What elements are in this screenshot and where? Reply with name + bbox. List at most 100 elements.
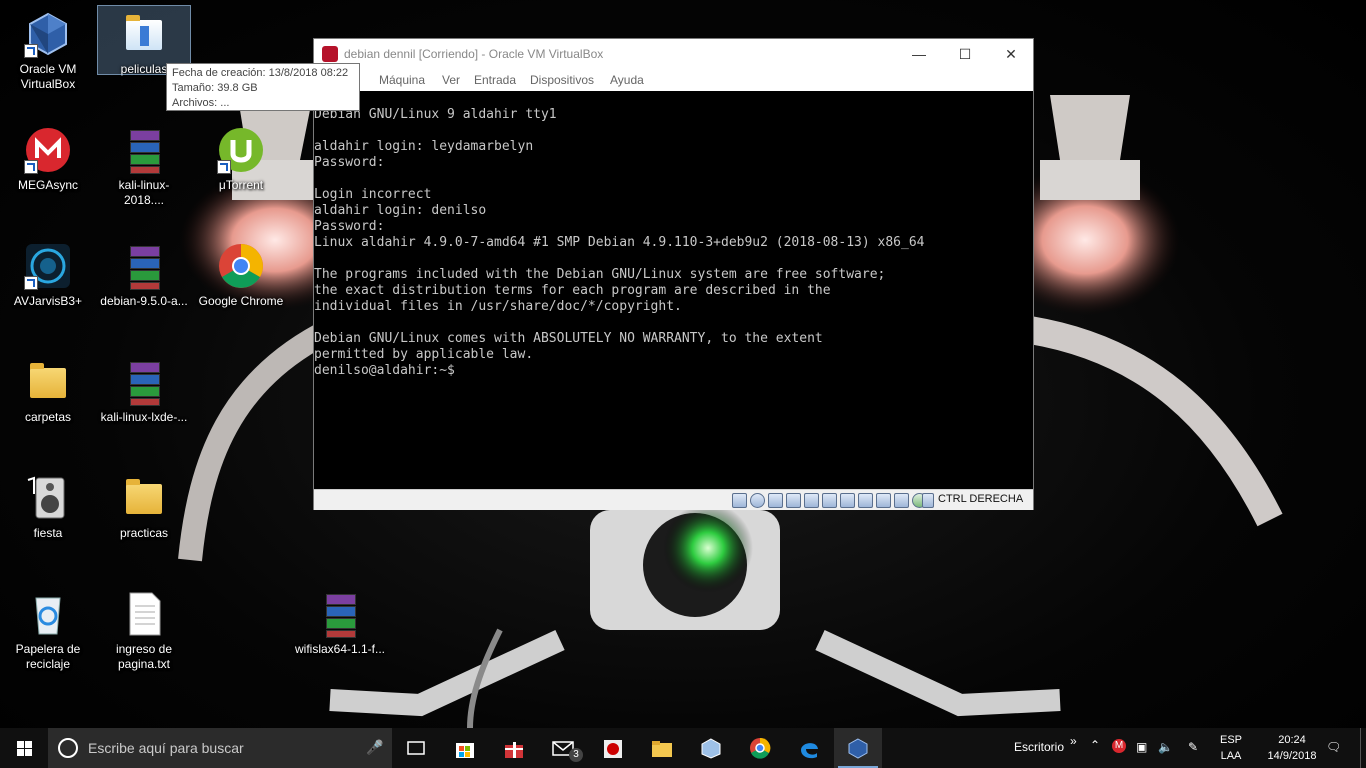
hard-disk-icon[interactable] — [732, 493, 747, 508]
menubar: Máquina Ver Entrada Dispositivos Ayuda — [314, 69, 1033, 91]
desktop-icon-virtualbox[interactable]: Oracle VM VirtualBox — [2, 0, 94, 110]
desktop-icon-avjarvis[interactable]: AVJarvisB3+ — [2, 232, 94, 342]
taskbar-media-app[interactable] — [589, 728, 637, 768]
desktop-toolbar-label[interactable]: Escritorio — [1014, 740, 1064, 754]
system-clock[interactable]: 20:24 14/9/2018 — [1266, 732, 1318, 764]
search-box[interactable]: Escribe aquí para buscar 🎤 — [48, 728, 392, 768]
action-center-icon[interactable]: 🗨 — [1326, 740, 1341, 754]
desktop-icon-label: debian-9.5.0-a... — [100, 294, 188, 308]
pen-workspace-icon[interactable]: ✎ — [1188, 740, 1198, 754]
menu-ayuda[interactable]: Ayuda — [610, 73, 644, 87]
tablet-tray-icon[interactable]: ▣ — [1136, 740, 1147, 754]
desktop-icon-debian-iso[interactable]: debian-9.5.0-a... — [98, 232, 190, 342]
taskbar-virtualbox[interactable] — [834, 728, 882, 768]
clock-time: 20:24 — [1278, 734, 1306, 746]
desktop-icon-practicas[interactable]: practicas — [98, 464, 190, 574]
menu-dispositivos[interactable]: Dispositivos — [530, 73, 594, 87]
text-file-icon — [120, 590, 168, 638]
desktop-icon-kali-linux-2018[interactable]: kali-linux-2018.... — [98, 116, 190, 226]
virtualbox-icon — [848, 738, 868, 759]
desktop-icon-carpetas[interactable]: carpetas — [2, 348, 94, 458]
taskbar-chrome[interactable] — [736, 728, 784, 768]
desktop-icon-label: kali-linux-lxde-... — [100, 410, 188, 424]
chrome-icon — [217, 242, 265, 290]
optical-drive-icon[interactable] — [750, 493, 765, 508]
desktop-icon-label: μTorrent — [218, 178, 264, 192]
utorrent-icon — [217, 126, 265, 174]
host-key-arrow-icon[interactable] — [922, 493, 934, 508]
desktop-icon-label: practicas — [119, 526, 169, 540]
microphone-icon[interactable]: 🎤 — [366, 739, 383, 756]
edge-icon — [801, 743, 818, 759]
folder-icon — [120, 10, 168, 58]
media-player-icon — [604, 740, 622, 758]
start-button[interactable] — [0, 728, 48, 768]
desktop-icon-kali-linux-lxde[interactable]: kali-linux-lxde-... — [98, 348, 190, 458]
show-hidden-icons-chevron-icon[interactable]: ⌃ — [1090, 738, 1100, 752]
video-capture-icon[interactable] — [858, 493, 873, 508]
close-button[interactable]: ✕ — [988, 39, 1034, 69]
recycle-bin-icon — [24, 590, 72, 638]
folder-icon — [24, 358, 72, 406]
winrar-archive-icon — [316, 590, 364, 638]
virtualbox-icon — [24, 10, 72, 58]
winrar-archive-icon — [120, 358, 168, 406]
keyboard-layout: LAA — [1220, 750, 1242, 762]
taskbar-gift-app[interactable] — [490, 728, 538, 768]
desktop-icon-utorrent[interactable]: μTorrent — [195, 116, 287, 226]
show-desktop-button[interactable] — [1360, 728, 1366, 768]
virtualbox-vm-window[interactable]: debian dennil [Corriendo] - Oracle VM Vi… — [313, 38, 1034, 510]
audio-icon[interactable] — [768, 493, 783, 508]
mega-icon — [24, 126, 72, 174]
taskbar-store[interactable] — [441, 728, 489, 768]
usb-icon[interactable] — [804, 493, 819, 508]
input-language-indicator[interactable]: ESP LAA — [1216, 732, 1246, 764]
desktop-icon-label: Google Chrome — [198, 294, 284, 308]
folder-icon — [120, 474, 168, 522]
winrar-archive-icon — [120, 242, 168, 290]
language-code: ESP — [1219, 734, 1242, 746]
desktop-icon-google-chrome[interactable]: Google Chrome — [195, 232, 287, 342]
cpu-icon[interactable] — [876, 493, 891, 508]
vm-display[interactable]: Debian GNU/Linux 9 aldahir tty1 aldahir … — [314, 91, 1033, 489]
megasync-tray-icon[interactable]: M — [1112, 739, 1126, 753]
maximize-button[interactable]: ☐ — [942, 39, 988, 69]
clock-date: 14/9/2018 — [1267, 750, 1317, 762]
taskbar-3d-app[interactable] — [687, 728, 735, 768]
chrome-icon — [750, 737, 771, 759]
window-titlebar[interactable]: debian dennil [Corriendo] - Oracle VM Vi… — [314, 39, 1033, 69]
desktop-icon-megasync[interactable]: MEGAsync — [2, 116, 94, 226]
desktop-icon-recycle-bin[interactable]: Papelera de reciclaje — [2, 580, 94, 690]
cortana-icon — [58, 738, 78, 758]
taskbar-edge[interactable] — [785, 728, 833, 768]
network-icon[interactable] — [786, 493, 801, 508]
tooltip-creation-date: Fecha de creación: 13/8/2018 08:22 — [172, 67, 349, 79]
terminal-output: Debian GNU/Linux 9 aldahir tty1 aldahir … — [314, 107, 925, 378]
menu-maquina[interactable]: Máquina — [379, 73, 425, 87]
menu-entrada[interactable]: Entrada — [474, 73, 516, 87]
display-icon[interactable] — [840, 493, 855, 508]
desktop-icon-fiesta[interactable]: fiesta — [2, 464, 94, 574]
windows-logo-icon — [17, 741, 32, 756]
gift-icon — [505, 742, 523, 758]
taskbar-file-explorer[interactable] — [638, 728, 686, 768]
desktop-icon-wifislax[interactable]: wifislax64-1.1-f... — [292, 580, 388, 690]
toolbar-expand-icon[interactable]: » — [1070, 734, 1077, 748]
shared-folders-icon[interactable] — [822, 493, 837, 508]
jarvis-icon — [24, 242, 72, 290]
file-explorer-icon — [652, 741, 672, 757]
desktop-icon-label: AVJarvisB3+ — [13, 294, 83, 308]
mail-badge: 3 — [569, 748, 583, 762]
desktop-icon-label: carpetas — [24, 410, 72, 424]
minimize-button[interactable]: — — [896, 39, 942, 69]
menu-ver[interactable]: Ver — [442, 73, 460, 87]
winrar-archive-icon — [120, 126, 168, 174]
volume-icon[interactable]: 🔈 — [1158, 740, 1173, 754]
desktop-icon-ingreso-de-pagina[interactable]: ingreso de pagina.txt — [98, 580, 190, 690]
desktop-icon-label: wifislax64-1.1-f... — [294, 642, 386, 656]
mouse-integration-icon[interactable] — [894, 493, 909, 508]
task-view-button[interactable] — [392, 728, 440, 768]
desktop-icon-label: ingreso de pagina.txt — [115, 642, 173, 671]
search-placeholder: Escribe aquí para buscar — [88, 740, 244, 756]
taskbar-mail[interactable]: 3 — [539, 728, 587, 768]
